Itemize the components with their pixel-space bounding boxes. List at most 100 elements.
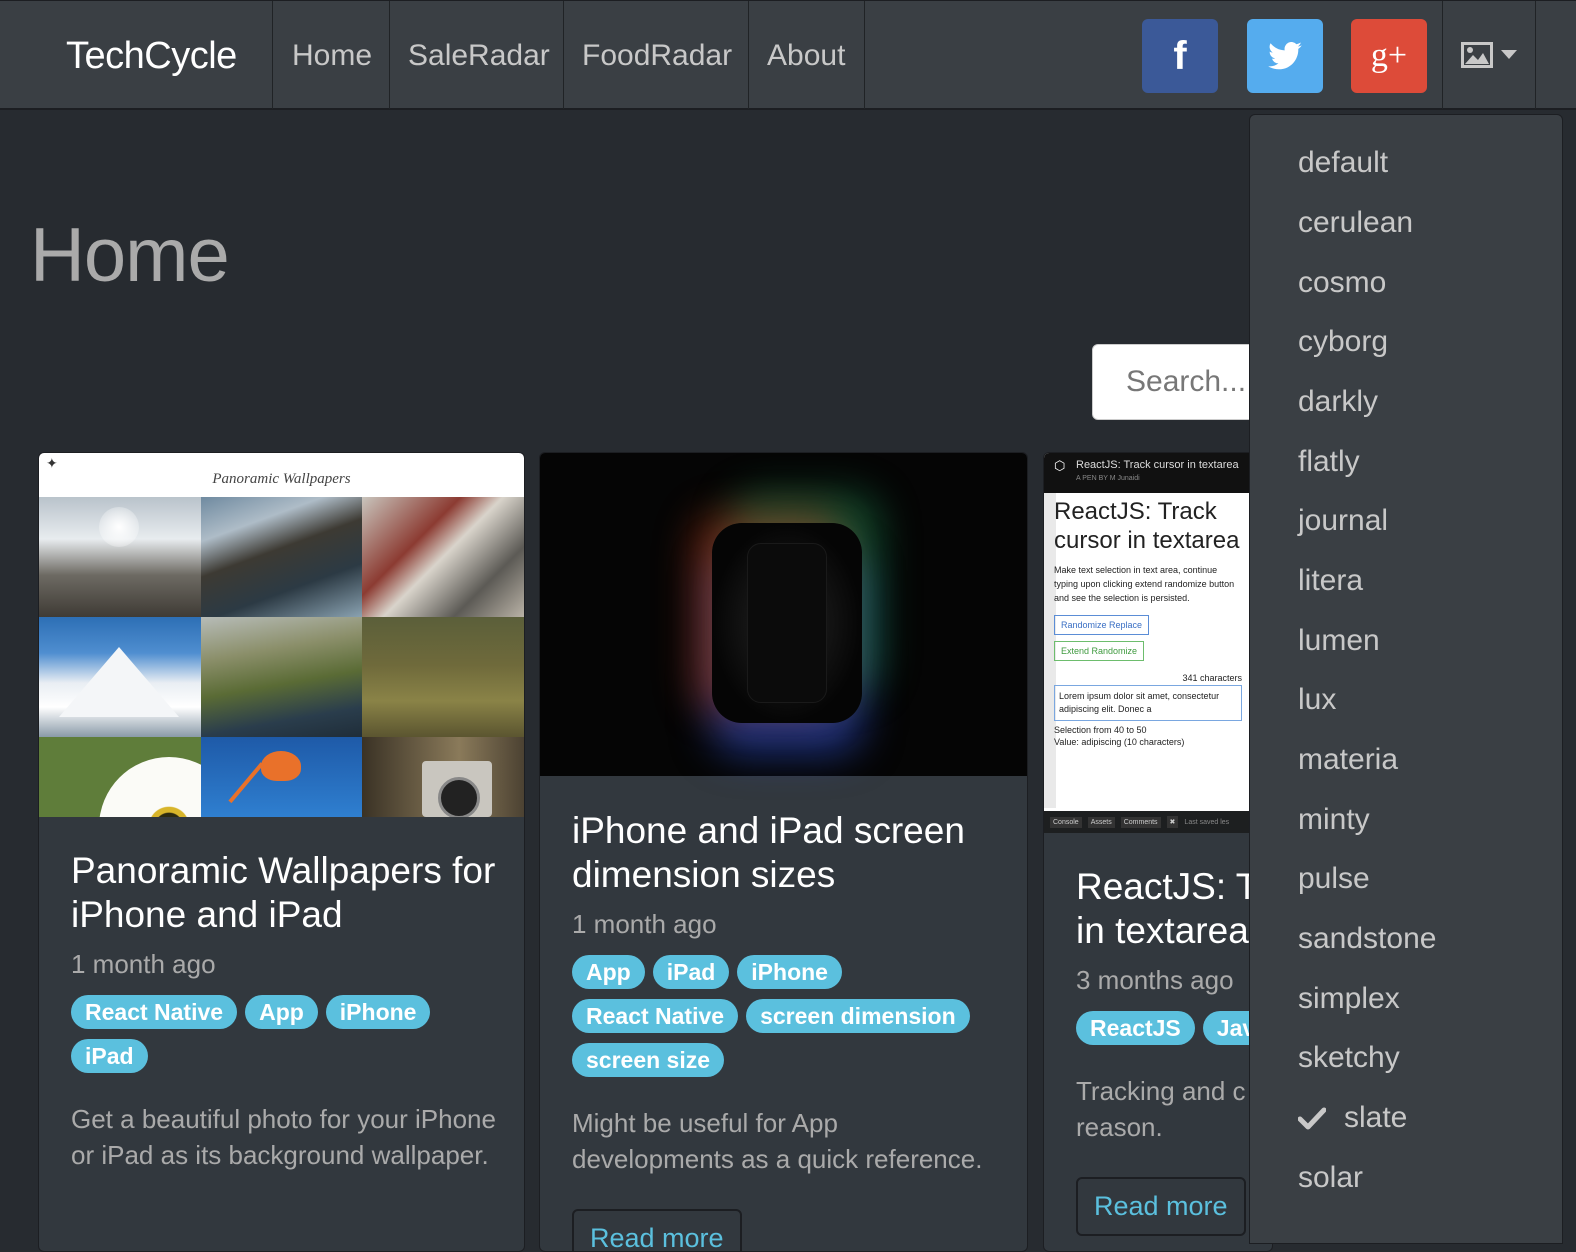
card-excerpt: Might be useful for App developments as … — [572, 1108, 983, 1174]
photo-field — [362, 617, 524, 737]
navbar-inner: TechCycle Home SaleRadar FoodRadar About… — [0, 1, 1576, 109]
nav-divider — [563, 1, 564, 109]
tag[interactable]: iPad — [652, 955, 730, 989]
card-title[interactable]: ReactJS: T in textarea — [1076, 865, 1272, 953]
post-card[interactable]: iPhone and iPad screen dimension sizes 1… — [539, 452, 1028, 1252]
theme-option-cerulean[interactable]: cerulean — [1298, 203, 1413, 243]
check-icon — [1298, 1106, 1328, 1130]
tag[interactable]: screen dimension — [746, 999, 970, 1033]
read-more-button[interactable]: Read more — [1076, 1177, 1246, 1236]
console-tab: Console — [1050, 816, 1082, 828]
preview-description: Make text selection in text area, contin… — [1054, 565, 1235, 603]
tag[interactable]: iPad — [71, 1039, 148, 1073]
theme-option-default[interactable]: default — [1298, 143, 1388, 183]
preview-textarea: Lorem ipsum dolor sit amet, consectetur … — [1054, 685, 1242, 721]
tag-list: App iPad iPhone React Native screen dime… — [572, 955, 1007, 1077]
photo-paris — [39, 497, 201, 617]
theme-option-lumen[interactable]: lumen — [1298, 621, 1380, 661]
codepen-footer: Console Assets Comments ✖ Last saved les — [1044, 811, 1272, 833]
photo-cliffs — [201, 497, 362, 617]
facebook-icon: f — [1173, 33, 1187, 78]
card-title[interactable]: iPhone and iPad screen dimension sizes — [572, 809, 1007, 897]
nav-link-home[interactable]: Home — [292, 39, 372, 73]
theme-option-sketchy[interactable]: sketchy — [1298, 1038, 1400, 1078]
theme-option-journal[interactable]: journal — [1298, 501, 1388, 541]
card-body: Panoramic Wallpapers for iPhone and iPad… — [71, 849, 504, 1173]
tag[interactable]: ReactJS — [1076, 1011, 1195, 1045]
photo-jellyfish — [201, 737, 362, 817]
selection-range: Selection from 40 to 50 — [1054, 725, 1147, 735]
photo-locks — [362, 497, 524, 617]
post-card[interactable]: ⬡ ReactJS: Track cursor in textarea A PE… — [1043, 452, 1273, 1252]
nav-link-about[interactable]: About — [767, 39, 845, 73]
nav-divider — [748, 1, 749, 109]
card-excerpt: Get a beautiful photo for your iPhone or… — [71, 1104, 496, 1170]
tag[interactable]: App — [245, 995, 318, 1029]
tag[interactable]: iPhone — [737, 955, 842, 989]
theme-option-materia[interactable]: materia — [1298, 740, 1398, 780]
tag[interactable]: App — [572, 955, 645, 989]
navbar: TechCycle Home SaleRadar FoodRadar About… — [0, 0, 1576, 110]
nav-divider — [272, 1, 273, 109]
randomize-replace-button: Randomize Replace — [1054, 615, 1150, 635]
theme-option-litera[interactable]: litera — [1298, 561, 1363, 601]
card-title[interactable]: Panoramic Wallpapers for iPhone and iPad — [71, 849, 504, 937]
codepen-preview: ReactJS: Track cursor in textarea Make t… — [1054, 497, 1242, 747]
post-card[interactable]: ✦ Panoramic Wallpapers Panoramic Wallpap… — [38, 452, 525, 1252]
theme-option-label: slate — [1344, 1101, 1408, 1134]
read-more-button[interactable]: Read more — [572, 1209, 742, 1251]
theme-dropdown-menu: default cerulean cosmo cyborg darkly fla… — [1249, 114, 1563, 1244]
brand[interactable]: TechCycle — [66, 35, 237, 78]
tag[interactable]: screen size — [572, 1043, 725, 1077]
photo-mosaic — [39, 497, 524, 817]
tag[interactable]: iPhone — [325, 995, 431, 1029]
card-body: iPhone and iPad screen dimension sizes 1… — [572, 809, 1007, 1251]
tag[interactable]: React Native — [572, 999, 739, 1033]
post-thumbnail: ✦ Panoramic Wallpapers — [39, 453, 524, 817]
nav-divider — [389, 1, 390, 109]
card-body: ReactJS: T in textarea 3 months ago Reac… — [1076, 865, 1272, 1236]
theme-option-minty[interactable]: minty — [1298, 800, 1370, 840]
nav-link-foodradar[interactable]: FoodRadar — [582, 39, 732, 73]
theme-option-simplex[interactable]: simplex — [1298, 979, 1400, 1019]
nav-divider — [864, 1, 865, 109]
preview-heading: ReactJS: Track cursor in textarea — [1054, 498, 1240, 554]
theme-option-pulse[interactable]: pulse — [1298, 859, 1370, 899]
char-count: 341 characters — [1182, 673, 1242, 683]
comments-tab: Comments — [1120, 816, 1161, 828]
theme-option-sandstone[interactable]: sandstone — [1298, 919, 1436, 959]
tag-list: React Native App iPhone iPad — [71, 995, 504, 1073]
assets-tab: Assets — [1087, 816, 1115, 828]
theme-option-lux[interactable]: lux — [1298, 680, 1336, 720]
card-date: 3 months ago — [1076, 965, 1234, 995]
codepen-author: A PEN BY M Junaidi — [1076, 475, 1140, 482]
tag[interactable]: React Native — [71, 995, 238, 1029]
card-excerpt: Tracking and c reason. — [1076, 1073, 1272, 1145]
last-saved: Last saved les — [1184, 818, 1230, 826]
thumbnail-title: Panoramic Wallpapers — [212, 471, 351, 487]
google-plus-button[interactable]: g+ — [1351, 19, 1427, 93]
photo-camera — [362, 737, 524, 817]
codepen-icon: ⬡ — [1054, 458, 1066, 473]
selection-value: Value: adipiscing (10 characters) — [1054, 737, 1185, 747]
card-title-line: ReactJS: T — [1076, 866, 1259, 907]
theme-option-cosmo[interactable]: cosmo — [1298, 263, 1386, 303]
theme-option-slate[interactable]: slate — [1298, 1098, 1407, 1138]
extend-randomize-button: Extend Randomize — [1054, 641, 1145, 661]
theme-option-solar[interactable]: solar — [1298, 1158, 1363, 1198]
tag-list: ReactJS Jav — [1076, 1011, 1272, 1045]
theme-option-flatly[interactable]: flatly — [1298, 442, 1360, 482]
cursor-glyph: ✦ — [46, 455, 58, 471]
image-icon — [1461, 42, 1493, 68]
twitter-button[interactable] — [1247, 19, 1323, 93]
close-icon: ✖ — [1166, 816, 1179, 828]
codepen-title: ReactJS: Track cursor in textarea — [1076, 459, 1239, 471]
phone-silhouette — [747, 543, 827, 703]
theme-dropdown-toggle[interactable] — [1442, 1, 1536, 109]
photo-coast — [201, 617, 362, 737]
theme-option-cyborg[interactable]: cyborg — [1298, 322, 1388, 362]
photo-mountains — [39, 617, 201, 737]
facebook-button[interactable]: f — [1142, 19, 1218, 93]
theme-option-darkly[interactable]: darkly — [1298, 382, 1378, 422]
nav-link-saleradar[interactable]: SaleRadar — [408, 39, 550, 73]
